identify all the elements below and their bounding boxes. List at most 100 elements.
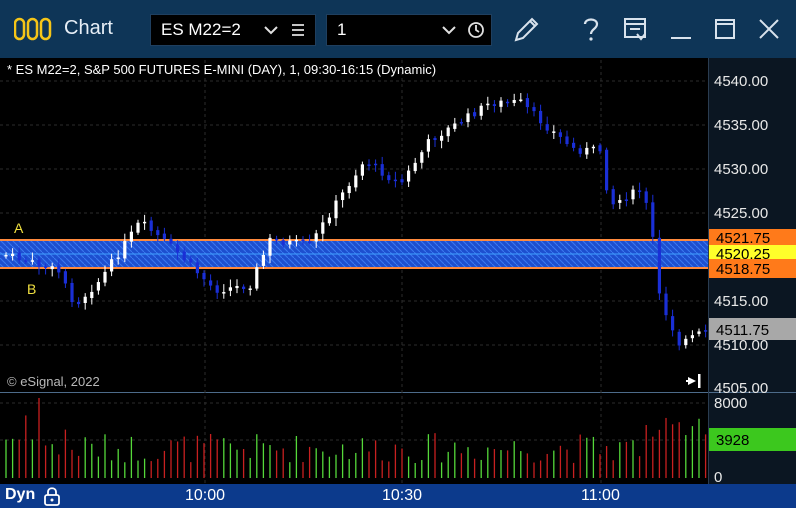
candle-body (657, 237, 661, 294)
candle-body (684, 338, 688, 346)
marker-a[interactable]: A (14, 220, 24, 236)
candle-body (327, 217, 331, 224)
candle-body (275, 238, 279, 241)
candle-body (644, 191, 648, 203)
candle-body (116, 257, 120, 260)
candle-body (83, 296, 87, 304)
time-label-1100: 11:00 (581, 487, 620, 504)
candle-body (519, 99, 523, 102)
candle-body (341, 192, 345, 201)
price-label-4525: 4525.00 (714, 205, 768, 222)
candle-body (17, 252, 21, 261)
price-pane[interactable] (0, 58, 708, 392)
candle-body (90, 291, 94, 299)
candle-body (129, 231, 133, 242)
price-label-4530: 4530.00 (714, 161, 768, 178)
candle-body (103, 271, 107, 283)
candle-body (585, 147, 589, 155)
symbol-value: ES M22=2 (161, 20, 241, 39)
candle-body (459, 122, 463, 124)
candle (255, 263, 259, 291)
candle-body (156, 230, 160, 236)
candle-body (11, 253, 15, 257)
volume-min-label: 0 (714, 469, 722, 484)
candle-body (44, 266, 48, 268)
lower-price-tag: 4518.75 (716, 261, 770, 278)
interval-combo[interactable]: 1 (326, 14, 492, 46)
close-icon[interactable] (752, 12, 786, 46)
candle-body (545, 124, 549, 131)
menu-lines-icon[interactable] (291, 23, 305, 37)
candle-body (611, 189, 615, 205)
dropdown-arrow-icon[interactable] (441, 23, 457, 37)
logo-icon (14, 17, 52, 41)
candle-body (222, 292, 226, 294)
candle-body (492, 104, 496, 106)
candle-body (677, 331, 681, 346)
candle-body (440, 135, 444, 141)
volume-current-tag: 3928 (716, 432, 749, 449)
chart-header: * ES M22=2, S&P 500 FUTURES E-MINI (DAY)… (7, 62, 436, 77)
candle-body (453, 123, 457, 129)
watermark: © eSignal, 2022 (7, 374, 100, 389)
volume-max-label: 8000 (714, 395, 747, 412)
dropdown-arrow-icon[interactable] (263, 23, 279, 37)
pencil-icon[interactable] (510, 12, 544, 46)
candle-body (57, 265, 61, 273)
candle-body (255, 267, 259, 289)
candle-body (631, 189, 635, 200)
candle-body (506, 101, 510, 104)
candle-body (664, 293, 668, 316)
candle-body (539, 110, 543, 124)
maximize-icon[interactable] (708, 12, 742, 46)
candle-body (347, 186, 351, 194)
candle-body (473, 112, 477, 117)
window-title: Chart (64, 17, 113, 39)
clock-icon[interactable] (467, 21, 485, 39)
price-label-4540: 4540.00 (714, 73, 768, 90)
candle-body (321, 222, 325, 234)
candle-body (77, 301, 81, 305)
volume-pane[interactable] (0, 393, 708, 484)
candle-body (110, 259, 114, 272)
candle-body (202, 272, 206, 280)
candle-body (466, 113, 470, 123)
lock-icon[interactable] (42, 486, 62, 506)
candle-body (149, 220, 153, 231)
candle-body (96, 282, 100, 291)
candle-body (572, 142, 576, 148)
price-label-4535: 4535.00 (714, 117, 768, 134)
candle-body (512, 99, 516, 103)
symbol-combo[interactable]: ES M22=2 (150, 14, 316, 46)
candle-body (624, 199, 628, 201)
candle-body (558, 132, 562, 137)
layout-icon[interactable] (618, 12, 652, 46)
candle-body (30, 260, 34, 262)
title-bar: Chart ES M22=2 1 (0, 0, 796, 59)
candle (605, 147, 609, 194)
marker-b[interactable]: B (27, 281, 36, 297)
chart-window: Chart ES M22=2 1 * ES M22=2, S&P 500 FUT… (0, 0, 796, 508)
candle-body (565, 136, 569, 145)
dynamic-label[interactable]: Dyn (5, 486, 35, 504)
help-icon[interactable] (574, 12, 608, 46)
candle-body (380, 164, 384, 176)
candle-body (301, 239, 305, 241)
candle-body (591, 146, 595, 149)
minimize-icon[interactable] (664, 12, 698, 46)
price-chart[interactable]: * ES M22=2, S&P 500 FUTURES E-MINI (DAY)… (0, 58, 796, 484)
candle-body (209, 280, 213, 286)
candle-body (704, 330, 708, 332)
candle-body (162, 233, 166, 239)
candle-body (70, 282, 74, 303)
candle-body (242, 286, 246, 289)
candle-body (618, 200, 622, 203)
candle-body (4, 254, 8, 257)
price-label-4515: 4515.00 (714, 293, 768, 310)
time-axis-bar: Dyn 10:00 10:30 11:00 (0, 484, 796, 508)
candle-body (446, 127, 450, 137)
candle-body (261, 254, 265, 266)
candle-body (525, 98, 529, 108)
candle-body (281, 240, 285, 245)
candle-body (248, 288, 252, 290)
